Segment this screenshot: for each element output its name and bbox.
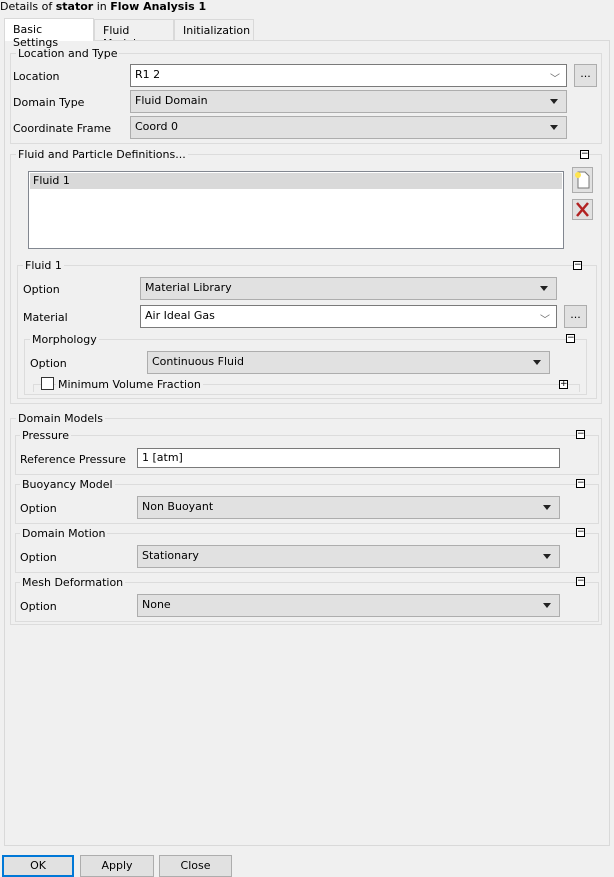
domain-models-label: Domain Models (16, 412, 105, 425)
buoyancy-option-select[interactable]: Non Buoyant (137, 496, 560, 519)
location-combo[interactable]: R1 2 ﹀ (130, 64, 567, 87)
analysis-name: Flow Analysis 1 (110, 0, 207, 13)
new-document-icon (575, 171, 590, 189)
pressure-label: Pressure (20, 429, 71, 442)
motion-option-select[interactable]: Stationary (137, 545, 560, 568)
delete-icon (576, 202, 589, 217)
collapse-icon[interactable]: − (566, 334, 575, 343)
reference-pressure-input[interactable]: 1 [atm] (137, 448, 560, 468)
fluid-list[interactable]: Fluid 1 (28, 171, 564, 249)
dropdown-arrow-icon (533, 360, 541, 365)
morphology-option-label: Option (30, 357, 67, 370)
fluid1-option-select[interactable]: Material Library (140, 277, 557, 300)
min-vol-fraction-label: Minimum Volume Fraction (56, 378, 203, 391)
material-browse-button[interactable]: ... (564, 305, 587, 328)
dropdown-arrow-icon (543, 505, 551, 510)
coord-frame-label: Coordinate Frame (13, 122, 112, 135)
buoyancy-label: Buoyancy Model (20, 478, 115, 491)
collapse-icon[interactable]: − (573, 261, 582, 270)
coord-frame-select[interactable]: Coord 0 (130, 116, 567, 139)
motion-label: Domain Motion (20, 527, 108, 540)
dropdown-arrow-icon (543, 554, 551, 559)
morphology-option-select[interactable]: Continuous Fluid (147, 351, 550, 374)
dropdown-arrow-icon (550, 99, 558, 104)
motion-option-label: Option (20, 551, 57, 564)
delete-fluid-button[interactable] (572, 199, 593, 220)
mesh-def-label: Mesh Deformation (20, 576, 126, 589)
fluid-defs-label: Fluid and Particle Definitions... (16, 148, 188, 161)
location-browse-button[interactable]: ... (574, 64, 597, 87)
collapse-icon[interactable]: − (576, 577, 585, 586)
expand-icon[interactable]: + (559, 380, 568, 389)
domain-type-label: Domain Type (13, 96, 85, 109)
buoyancy-option-label: Option (20, 502, 57, 515)
material-label: Material (23, 311, 68, 324)
mesh-def-option-label: Option (20, 600, 57, 613)
collapse-icon[interactable]: − (580, 150, 589, 159)
collapse-icon[interactable]: − (576, 479, 585, 488)
mesh-def-option-select[interactable]: None (137, 594, 560, 617)
tab-basic-settings[interactable]: Basic Settings (4, 18, 94, 49)
chevron-down-icon: ﹀ (540, 315, 550, 326)
list-item[interactable]: Fluid 1 (30, 173, 562, 189)
dialog-title: Details of stator in Flow Analysis 1 (0, 0, 207, 13)
close-button[interactable]: Close (159, 855, 232, 877)
material-combo[interactable]: Air Ideal Gas ﹀ (140, 305, 557, 328)
tab-initialization[interactable]: Initialization (174, 19, 254, 40)
dropdown-arrow-icon (543, 603, 551, 608)
apply-button[interactable]: Apply (80, 855, 154, 877)
ok-button[interactable]: OK (2, 855, 74, 877)
collapse-icon[interactable]: − (576, 430, 585, 439)
collapse-icon[interactable]: − (576, 528, 585, 537)
fluid1-label: Fluid 1 (23, 259, 64, 272)
min-vol-fraction-checkbox[interactable] (41, 377, 54, 390)
tab-fluid-models[interactable]: Fluid Models (94, 19, 174, 50)
dropdown-arrow-icon (540, 286, 548, 291)
reference-pressure-label: Reference Pressure (20, 453, 126, 466)
fluid1-option-label: Option (23, 283, 60, 296)
location-label: Location (13, 70, 60, 83)
add-fluid-button[interactable] (572, 167, 593, 193)
morphology-label: Morphology (30, 333, 99, 346)
object-name: stator (55, 0, 94, 13)
chevron-down-icon: ﹀ (550, 74, 560, 85)
domain-type-select[interactable]: Fluid Domain (130, 90, 567, 113)
dropdown-arrow-icon (550, 125, 558, 130)
